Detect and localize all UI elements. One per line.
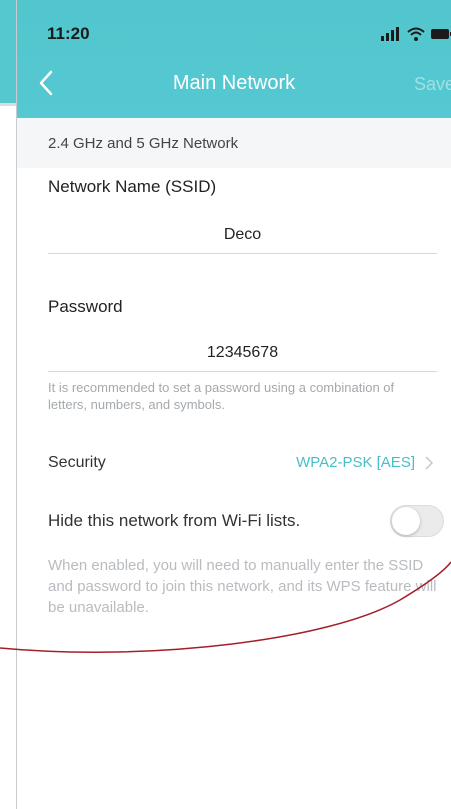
ssid-label: Network Name (SSID) [48,177,217,196]
password-label: Password [48,297,123,316]
chevron-right-icon [425,455,433,470]
toggle-knob [392,507,420,535]
left-panel-edge [0,0,17,809]
password-value: 12345678 [206,344,279,361]
save-button[interactable]: Save [414,74,451,95]
status-time: 11:20 [47,24,90,43]
hide-network-note: When enabled, you will need to manually … [48,557,437,616]
signal-icon [381,27,399,41]
status-icons [381,26,451,42]
security-label: Security [48,454,106,471]
left-panel-shadow [0,103,16,106]
page-title: Main Network [172,72,296,94]
hide-network-toggle[interactable] [390,505,444,537]
wifi-icon [407,27,425,41]
password-field[interactable]: 12345678 [48,337,437,372]
password-hint: It is recommended to set a password usin… [48,380,395,412]
hide-network-label: Hide this network from Wi-Fi lists. [48,511,301,530]
section-header: 2.4 GHz and 5 GHz Network [17,118,451,168]
phone-screen: 11:20 Main Network Save 2.4 GHz and 5 GH… [17,0,451,809]
security-value: WPA2-PSK [AES] [296,454,415,471]
section-header-label: 2.4 GHz and 5 GHz Network [48,135,239,152]
security-selector[interactable]: WPA2-PSK [AES] [296,454,433,471]
ssid-field[interactable]: Deco [48,219,437,254]
ssid-value: Deco [223,226,262,243]
battery-icon [431,29,451,39]
app-header: 11:20 Main Network Save [17,0,451,118]
left-panel-header [0,0,16,103]
